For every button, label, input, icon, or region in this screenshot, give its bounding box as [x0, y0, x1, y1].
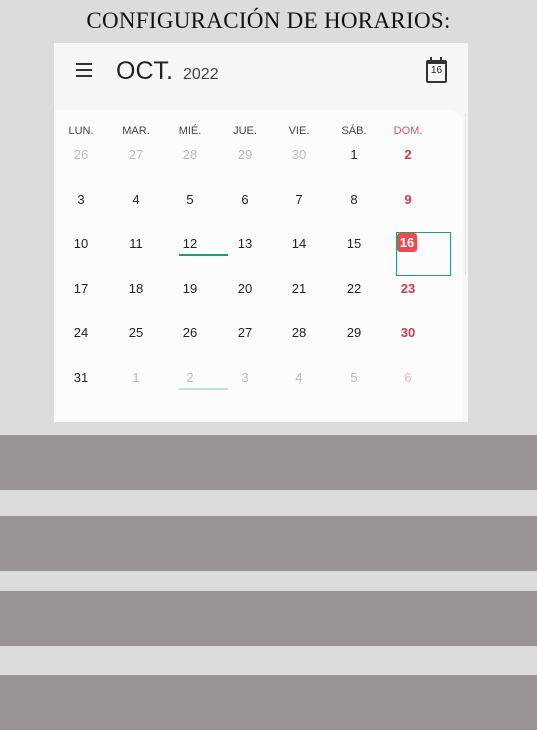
day-cell[interactable]: 11 — [116, 236, 156, 251]
day-cell[interactable]: 29 — [225, 147, 265, 162]
menu-icon[interactable] — [76, 62, 92, 78]
calendar-widget: OCT. 2022 16 LUN. MAR. MIÉ. JUE. VIE. SÁ… — [54, 43, 468, 422]
day-cell[interactable]: 10 — [61, 236, 101, 251]
schedule-slot[interactable] — [0, 435, 537, 490]
day-cell[interactable]: 20 — [225, 281, 265, 296]
day-cell[interactable]: 15 — [334, 236, 374, 251]
day-cell[interactable]: 9 — [388, 192, 428, 207]
year-label[interactable]: 2022 — [183, 66, 219, 84]
day-cell[interactable]: 26 — [61, 147, 101, 162]
schedule-slot[interactable] — [0, 675, 537, 730]
day-cell[interactable]: 8 — [334, 192, 374, 207]
weekday-header: SÁB. — [341, 125, 367, 137]
today-icon-day: 16 — [426, 60, 447, 83]
day-cell[interactable]: 24 — [61, 325, 101, 340]
event-indicator — [179, 254, 228, 256]
weekday-header: LUN. — [68, 125, 94, 137]
weekday-header: VIE. — [288, 125, 310, 137]
weekday-header: JUE. — [233, 125, 257, 137]
day-cell[interactable]: 2 — [388, 147, 428, 162]
day-cell[interactable]: 6 — [225, 192, 265, 207]
weekday-header: DOM. — [393, 125, 423, 137]
day-cell[interactable]: 30 — [279, 147, 319, 162]
day-cell[interactable]: 28 — [279, 325, 319, 340]
schedule-slot[interactable] — [0, 516, 537, 571]
day-cell[interactable]: 26 — [170, 325, 210, 340]
day-cell[interactable]: 19 — [170, 281, 210, 296]
day-cell[interactable]: 3 — [61, 192, 101, 207]
day-cell[interactable]: 7 — [279, 192, 319, 207]
day-cell[interactable]: 14 — [279, 236, 319, 251]
day-cell[interactable]: 5 — [334, 370, 374, 385]
day-cell[interactable]: 25 — [116, 325, 156, 340]
event-indicator — [179, 388, 228, 390]
day-cell[interactable]: 5 — [170, 192, 210, 207]
day-cell[interactable]: 27 — [116, 147, 156, 162]
day-cell[interactable]: 31 — [61, 370, 101, 385]
day-cell[interactable]: 22 — [334, 281, 374, 296]
day-cell[interactable]: 29 — [334, 325, 374, 340]
day-cell[interactable]: 4 — [116, 192, 156, 207]
day-cell[interactable]: 23 — [388, 281, 428, 296]
day-cell[interactable]: 17 — [61, 281, 101, 296]
day-cell[interactable]: 12 — [170, 236, 210, 251]
day-cell[interactable]: 21 — [279, 281, 319, 296]
day-cell[interactable]: 27 — [225, 325, 265, 340]
schedule-slot[interactable] — [0, 591, 537, 646]
day-cell[interactable]: 28 — [170, 147, 210, 162]
next-panel-edge — [465, 113, 468, 275]
weekday-header: MIÉ. — [178, 125, 202, 137]
weekday-header: MAR. — [122, 125, 150, 137]
day-cell[interactable]: 3 — [225, 370, 265, 385]
page-heading: CONFIGURACIÓN DE HORARIOS: — [86, 8, 451, 33]
day-cell[interactable]: 18 — [116, 281, 156, 296]
day-cell[interactable]: 30 — [388, 325, 428, 340]
day-cell[interactable]: 1 — [334, 147, 374, 162]
day-cell[interactable]: 6 — [388, 370, 428, 385]
day-cell[interactable]: 2 — [170, 370, 210, 385]
day-cell[interactable]: 4 — [279, 370, 319, 385]
today-badge[interactable]: 16 — [397, 233, 417, 252]
day-cell[interactable]: 13 — [225, 236, 265, 251]
month-label[interactable]: OCT. — [116, 57, 173, 86]
day-cell[interactable]: 1 — [116, 370, 156, 385]
calendar-today-icon[interactable]: 16 — [426, 57, 447, 83]
